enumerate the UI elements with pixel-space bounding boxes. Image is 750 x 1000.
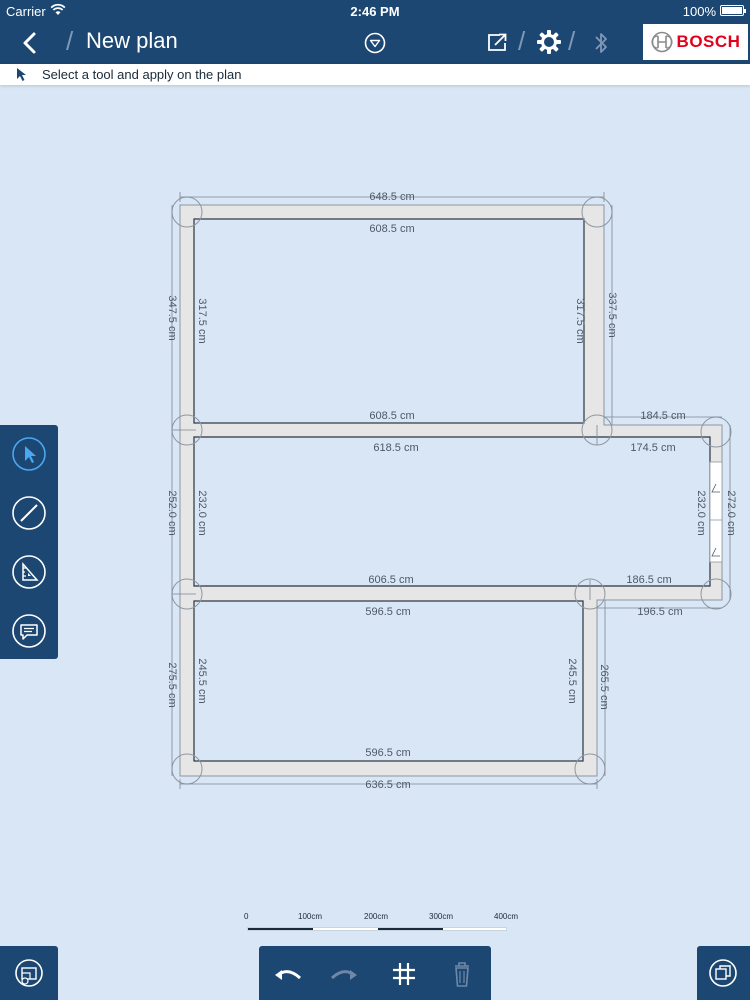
wall-tool-button[interactable] bbox=[11, 495, 47, 531]
copy-panel bbox=[697, 946, 750, 1000]
gear-icon[interactable] bbox=[536, 29, 562, 55]
scale-label: 100cm bbox=[298, 912, 323, 921]
tool-palette bbox=[0, 425, 58, 659]
scale-label: 300cm bbox=[429, 912, 454, 921]
dim-mid2-ext-upper: 186.5 cm bbox=[626, 574, 671, 586]
window-element[interactable] bbox=[709, 461, 723, 563]
dim-ext-upper: 184.5 cm bbox=[640, 410, 685, 422]
redo-icon[interactable] bbox=[328, 960, 360, 988]
bosch-armature-icon bbox=[650, 31, 673, 53]
room-2 bbox=[193, 436, 711, 587]
dim-right-outer-3: 265.5 cm bbox=[598, 664, 610, 709]
dim-mid2-lower: 596.5 cm bbox=[365, 606, 410, 618]
line-tool-icon bbox=[12, 496, 46, 530]
copy-icon[interactable] bbox=[707, 959, 739, 987]
plans-overview-panel bbox=[0, 946, 58, 1000]
dim-left-inner-3: 245.5 cm bbox=[196, 658, 208, 703]
dim-right-outer-2: 272.0 cm bbox=[725, 490, 737, 535]
battery-icon bbox=[720, 5, 746, 16]
dim-bottom-inner: 596.5 cm bbox=[365, 747, 410, 759]
room-3 bbox=[193, 600, 584, 762]
room-1 bbox=[193, 218, 585, 424]
scale-label: 400cm bbox=[494, 912, 519, 921]
scale-bar: 0 100cm 200cm 300cm 400cm bbox=[240, 912, 520, 936]
scale-ruler bbox=[247, 927, 507, 931]
bosch-logo: BOSCH bbox=[643, 24, 748, 60]
clock: 2:46 PM bbox=[350, 4, 400, 19]
comment-icon bbox=[12, 614, 46, 648]
scale-label: 200cm bbox=[364, 912, 389, 921]
floor-plan-drawing: 648.5 cm 608.5 cm 347.5 cm 317.5 cm 317.… bbox=[166, 191, 737, 791]
measure-tool-button[interactable] bbox=[11, 554, 47, 590]
share-icon[interactable] bbox=[486, 31, 510, 53]
grid-icon[interactable] bbox=[388, 960, 420, 988]
dim-top-outer: 648.5 cm bbox=[369, 191, 414, 203]
cursor-icon bbox=[12, 437, 46, 471]
dim-left-outer-2: 252.0 cm bbox=[166, 490, 178, 535]
status-bar: Carrier 2:46 PM 100% bbox=[0, 0, 750, 22]
separator: / bbox=[66, 26, 74, 56]
brand-name: BOSCH bbox=[676, 32, 741, 51]
dim-right-inner-3: 245.5 cm bbox=[566, 658, 578, 703]
dim-right-inner-1: 317.5 cm bbox=[574, 298, 586, 343]
hint-text: Select a tool and apply on the plan bbox=[42, 67, 242, 82]
battery-percent: 100% bbox=[682, 4, 716, 19]
back-button[interactable] bbox=[18, 30, 44, 56]
dim-mid1-upper: 608.5 cm bbox=[369, 410, 414, 422]
comment-tool-button[interactable] bbox=[11, 613, 47, 649]
dropdown-circle-icon[interactable] bbox=[364, 32, 386, 54]
dim-bottom-outer: 636.5 cm bbox=[365, 779, 410, 791]
measure-tool-icon bbox=[12, 555, 46, 589]
dim-mid1-lower: 618.5 cm bbox=[373, 442, 418, 454]
plans-overview-icon[interactable] bbox=[13, 959, 45, 987]
dim-top-inner: 608.5 cm bbox=[369, 223, 414, 235]
dim-left-inner-1: 317.5 cm bbox=[196, 298, 208, 343]
scale-label: 0 bbox=[244, 912, 249, 921]
floor-plan-canvas[interactable]: 648.5 cm 608.5 cm 347.5 cm 317.5 cm 317.… bbox=[0, 85, 750, 945]
nav-bar: / New plan / / BOSCH bbox=[0, 22, 750, 64]
rooms bbox=[193, 218, 711, 762]
cursor-icon bbox=[17, 68, 26, 81]
dim-mid2-ext-lower: 196.5 cm bbox=[637, 606, 682, 618]
dim-mid2-upper: 606.5 cm bbox=[368, 574, 413, 586]
edit-toolbar bbox=[259, 946, 491, 1000]
dim-left-inner-2: 232.0 cm bbox=[196, 490, 208, 535]
dim-left-outer-1: 347.5 cm bbox=[166, 295, 178, 340]
separator: / bbox=[568, 26, 576, 56]
select-tool-button[interactable] bbox=[11, 436, 47, 472]
separator: / bbox=[518, 26, 526, 56]
hint-bar: Select a tool and apply on the plan bbox=[0, 64, 750, 85]
dim-right-outer-1: 337.5 cm bbox=[606, 292, 618, 337]
undo-icon[interactable] bbox=[272, 960, 304, 988]
dim-right-inner-2: 232.0 cm bbox=[695, 490, 707, 535]
dim-ext-lower: 174.5 cm bbox=[630, 442, 675, 454]
trash-icon[interactable] bbox=[446, 960, 478, 988]
dim-left-outer-3: 275.5 cm bbox=[166, 662, 178, 707]
bluetooth-icon[interactable] bbox=[592, 30, 610, 56]
plan-title[interactable]: New plan bbox=[86, 28, 178, 54]
